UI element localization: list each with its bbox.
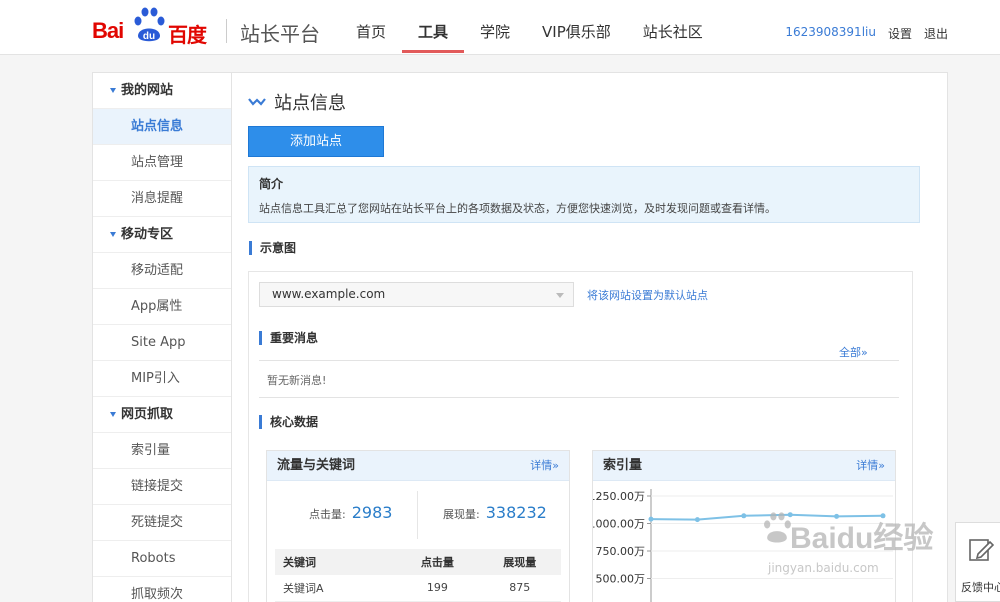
feedback-center-button[interactable]: 反馈中心 (955, 522, 1000, 602)
table-row[interactable]: 关键词A 199 875 (275, 575, 561, 602)
site-select[interactable]: www.example.com (259, 282, 574, 307)
sidebar-item-app-attributes[interactable]: App属性 (93, 289, 231, 325)
sidebar-item-mip[interactable]: MIP引入 (93, 361, 231, 397)
keywords-table: 关键词 点击量 展现量 关键词A 199 875 (275, 549, 561, 602)
column-header: 点击量 (396, 549, 479, 575)
nav-tools[interactable]: 工具 (402, 0, 465, 55)
index-data-point (741, 513, 747, 519)
nav-community[interactable]: 站长社区 (627, 0, 719, 55)
sidebar-item-deadlink-submit[interactable]: 死链提交 (93, 505, 231, 541)
sidebar-item-site-management[interactable]: 站点管理 (93, 145, 231, 181)
header-divider (226, 19, 227, 43)
messages-section-title: 重要消息 (259, 331, 318, 345)
baidu-jingyan-watermark: Baidu经验 jingyan.baidu.com (760, 505, 950, 585)
nav-academy[interactable]: 学院 (464, 0, 526, 55)
divider (259, 397, 899, 398)
sidebar-item-site-info[interactable]: 站点信息 (93, 109, 231, 145)
index-data-point (694, 517, 700, 523)
edit-icon (969, 539, 994, 561)
chevron-down-icon (556, 293, 564, 298)
svg-text:du: du (143, 31, 155, 42)
caret-down-icon (110, 412, 116, 417)
nav-home[interactable]: 首页 (340, 0, 402, 55)
intro-box: 简介 站点信息工具汇总了您网站在站长平台上的各项数据及状态，方便您快速浏览，及时… (248, 166, 920, 223)
site-name: 站长平台 (240, 22, 320, 46)
keyword-cell: 关键词A (275, 575, 397, 602)
top-header: Bai du 百度 站长平台 首页 工具 学院 VIP俱乐部 站长社区 1623… (0, 0, 1000, 55)
sidebar-item-crawl-frequency[interactable]: 抓取频次 (93, 577, 231, 602)
no-messages-text: 暂无新消息! (267, 374, 327, 387)
y-tick-label: 750.00万 (596, 545, 646, 558)
column-header: 展现量 (478, 549, 561, 575)
sidebar-item-index-volume[interactable]: 索引量 (93, 433, 231, 469)
index-details-link[interactable]: 详情» (856, 451, 885, 481)
table-header-row: 关键词 点击量 展现量 (275, 549, 561, 575)
y-tick-label: 1000.00万 (593, 518, 645, 531)
sidebar-item-link-submit[interactable]: 链接提交 (93, 469, 231, 505)
all-messages-link[interactable]: 全部» (839, 344, 868, 360)
impressions-value: 338232 (485, 503, 547, 522)
caret-down-icon (110, 232, 116, 237)
divider (259, 360, 899, 361)
traffic-details-link[interactable]: 详情» (530, 451, 559, 481)
add-site-button[interactable]: 添加站点 (248, 126, 384, 157)
traffic-keywords-card: 流量与关键词 详情» 点击量: 2983 展现量: 338232 关键词 点击量 展… (266, 450, 570, 602)
core-data-section-title: 核心数据 (259, 415, 318, 429)
index-card-title: 索引量 (603, 458, 643, 473)
diagram-section-title: 示意图 (249, 241, 296, 255)
stat-divider (417, 491, 418, 539)
y-tick-label: 500.00万 (596, 573, 646, 586)
impressions-stat: 展现量: 338232 (443, 503, 547, 522)
index-data-point (648, 516, 654, 522)
sidebar-group-mobile[interactable]: 移动专区 (93, 217, 231, 253)
logout-link[interactable]: 退出 (924, 25, 948, 42)
sidebar-group-my-sites[interactable]: 我的网站 (93, 73, 231, 109)
nav-vip-club[interactable]: VIP俱乐部 (526, 0, 627, 55)
username-link[interactable]: 1623908391liu (785, 25, 876, 42)
traffic-card-title: 流量与关键词 (277, 458, 356, 473)
sidebar: 我的网站 站点信息 站点管理 消息提醒 移动专区 移动适配 App属性 Site… (92, 72, 232, 602)
page-title: 站点信息 (248, 89, 346, 115)
clicks-value: 2983 (351, 503, 393, 522)
y-tick-label: 1250.00万 (593, 490, 645, 503)
baidu-logo[interactable]: Bai du 百度 (92, 6, 212, 47)
user-bar: 1623908391liu 设置 退出 (785, 25, 948, 42)
chevron-mark-icon (248, 98, 266, 106)
sidebar-item-mobile-adaptation[interactable]: 移动适配 (93, 253, 231, 289)
impressions-cell: 875 (478, 575, 561, 602)
column-header: 关键词 (275, 549, 397, 575)
sidebar-item-robots[interactable]: Robots (93, 541, 231, 577)
intro-title: 简介 (259, 177, 284, 191)
main-nav: 首页 工具 学院 VIP俱乐部 站长社区 (340, 0, 719, 55)
sidebar-group-crawling[interactable]: 网页抓取 (93, 397, 231, 433)
intro-text: 站点信息工具汇总了您网站在站长平台上的各项数据及状态，方便您快速浏览，及时发现问… (259, 202, 776, 215)
set-default-site-link[interactable]: 将该网站设置为默认站点 (587, 287, 708, 303)
paw-watermark-icon (764, 512, 791, 543)
clicks-cell: 199 (396, 575, 479, 602)
paw-icon: du (134, 7, 165, 42)
sidebar-item-site-app[interactable]: Site App (93, 325, 231, 361)
sidebar-item-message-alerts[interactable]: 消息提醒 (93, 181, 231, 217)
caret-down-icon (110, 88, 116, 93)
clicks-stat: 点击量: 2983 (309, 503, 393, 522)
settings-link[interactable]: 设置 (888, 25, 912, 42)
